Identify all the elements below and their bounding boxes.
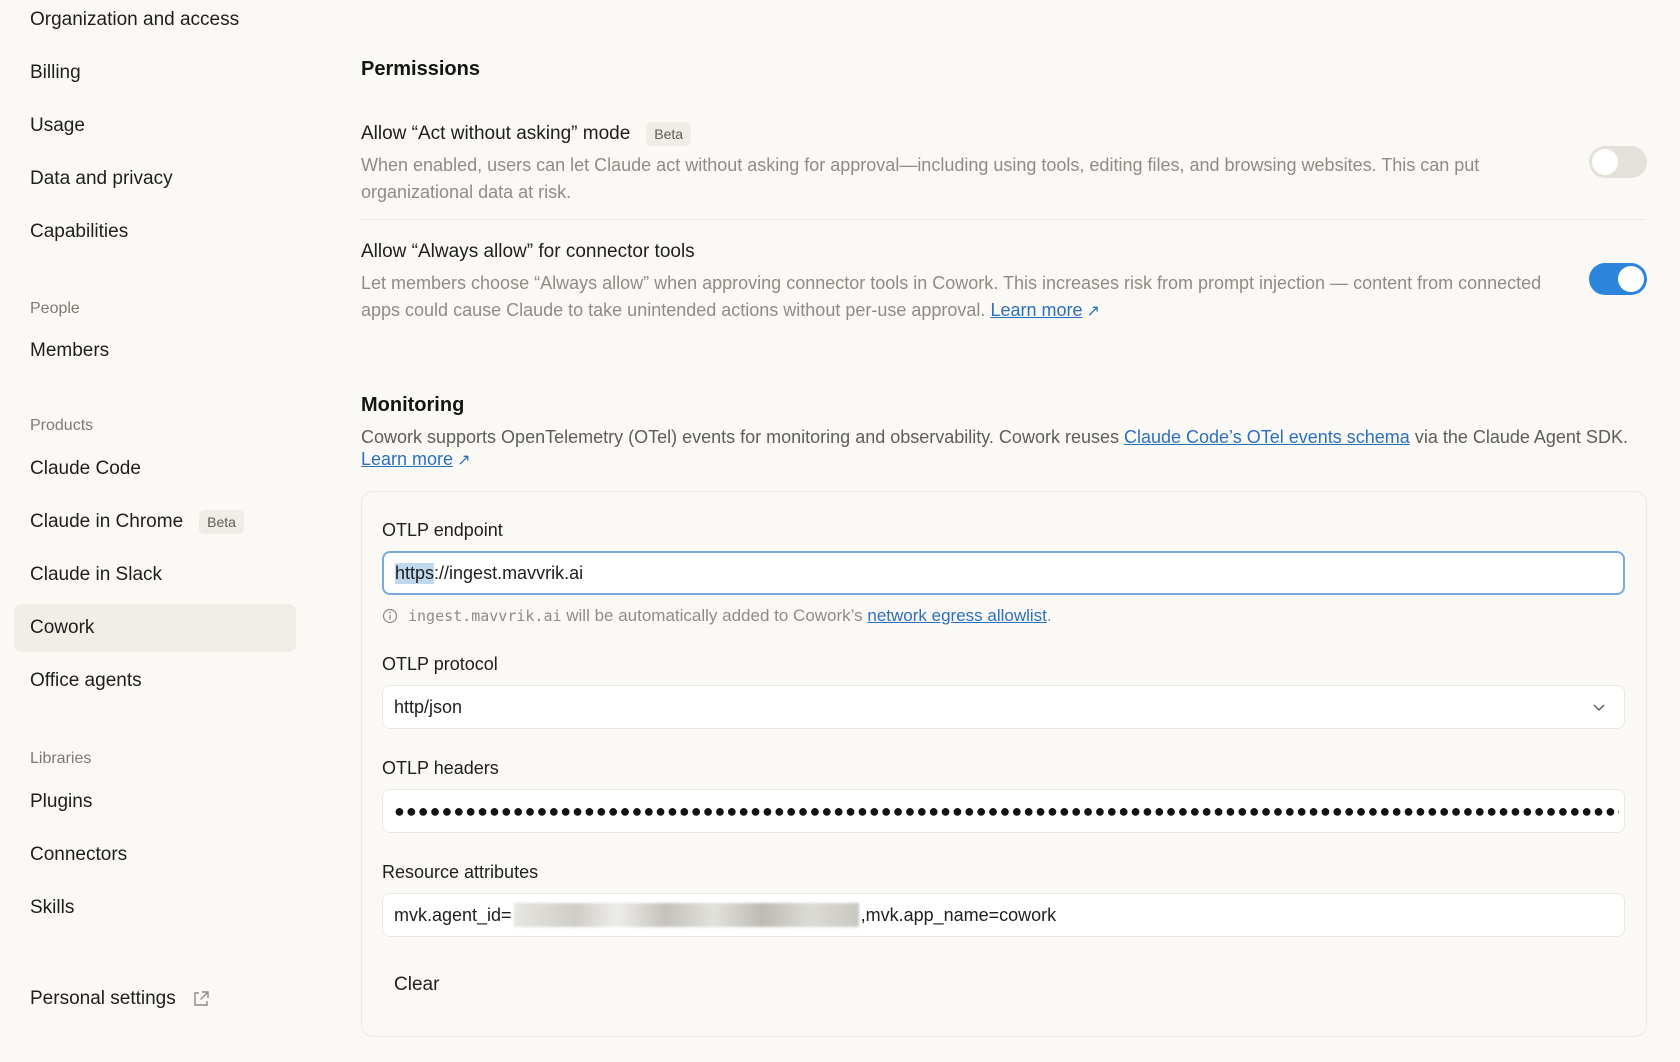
otlp-endpoint-hint: ingest.mavvrik.ai will be automatically … bbox=[382, 606, 1052, 626]
sidebar-item-skills[interactable]: Skills bbox=[14, 884, 296, 932]
sidebar-item-label: Claude in Chrome bbox=[30, 511, 184, 532]
select-value: http/json bbox=[394, 696, 463, 717]
setting-label: Allow “Act without asking” mode bbox=[361, 123, 631, 144]
otlp-headers-label: OTLP headers bbox=[382, 758, 499, 778]
sidebar-item-label: Office agents bbox=[30, 670, 142, 691]
sidebar-item-label: Claude in Slack bbox=[30, 564, 163, 585]
always-allow-description: Let members choose “Always allow” when a… bbox=[361, 270, 1561, 325]
always-allow-title: Allow “Always allow” for connector tools bbox=[361, 241, 695, 263]
sidebar-item-claude-in-slack[interactable]: Claude in Slack bbox=[14, 551, 296, 599]
input-value-suffix: ,mvk.app_name=cowork bbox=[860, 904, 1057, 925]
divider bbox=[361, 219, 1646, 220]
settings-sidebar: Organization and access Billing Usage Da… bbox=[0, 0, 310, 1062]
otlp-protocol-label: OTLP protocol bbox=[382, 654, 498, 674]
sidebar-item-label: Capabilities bbox=[30, 221, 129, 242]
egress-domain: ingest.mavvrik.ai bbox=[408, 607, 562, 625]
hint-text-end: . bbox=[1046, 606, 1052, 625]
app-root: Organization and access Billing Usage Da… bbox=[0, 0, 1680, 1062]
sidebar-item-claude-in-chrome[interactable]: Claude in Chrome Beta bbox=[14, 498, 296, 546]
sidebar-section-products: Products bbox=[30, 417, 94, 434]
sidebar-item-label: Billing bbox=[30, 62, 81, 83]
act-without-asking-toggle[interactable] bbox=[1589, 146, 1647, 178]
act-without-asking-title: Allow “Act without asking” mode Beta bbox=[361, 122, 692, 146]
sidebar-item-plugins[interactable]: Plugins bbox=[14, 778, 296, 826]
monitoring-heading: Monitoring bbox=[361, 394, 465, 416]
sidebar-item-personal-settings[interactable]: Personal settings bbox=[14, 975, 296, 1023]
always-allow-toggle[interactable] bbox=[1589, 263, 1647, 295]
clear-button[interactable]: Clear bbox=[384, 966, 449, 1004]
sidebar-item-data-privacy[interactable]: Data and privacy bbox=[14, 155, 296, 203]
chevron-down-icon bbox=[1593, 704, 1605, 712]
otel-config-card: OTLP endpoint https://ingest.mavvrik.ai … bbox=[361, 491, 1647, 1037]
sidebar-item-label: Cowork bbox=[30, 617, 95, 638]
resource-attributes-label: Resource attributes bbox=[382, 862, 539, 882]
sidebar-item-office-agents[interactable]: Office agents bbox=[14, 657, 296, 705]
sidebar-item-organization[interactable]: Organization and access bbox=[14, 0, 296, 44]
otlp-headers-input[interactable]: ●●●●●●●●●●●●●●●●●●●●●●●●●●●●●●●●●●●●●●●●… bbox=[382, 789, 1625, 833]
sidebar-item-claude-code[interactable]: Claude Code bbox=[14, 445, 296, 493]
description-text: Cowork supports OpenTelemetry (OTel) eve… bbox=[361, 427, 1124, 447]
sidebar-section-people: People bbox=[30, 300, 80, 317]
description-text: via the Claude Agent SDK. bbox=[1409, 427, 1628, 447]
act-without-asking-description: When enabled, users can let Claude act w… bbox=[361, 155, 1480, 202]
monitoring-learn-more-link[interactable]: Learn more bbox=[361, 449, 453, 469]
sidebar-item-cowork[interactable]: Cowork bbox=[14, 604, 296, 652]
hint-text: will be automatically added to Cowork’s bbox=[561, 606, 868, 625]
toggle-knob bbox=[1618, 266, 1644, 292]
beta-badge: Beta bbox=[646, 122, 692, 146]
monitoring-description: Cowork supports OpenTelemetry (OTel) eve… bbox=[361, 426, 1651, 472]
arrow-up-right-icon: ↗ bbox=[457, 452, 471, 469]
sidebar-item-label: Personal settings bbox=[30, 988, 176, 1009]
info-icon bbox=[382, 608, 398, 624]
sidebar-section-libraries: Libraries bbox=[30, 750, 92, 767]
sidebar-item-label: Skills bbox=[30, 897, 75, 918]
masked-value: ●●●●●●●●●●●●●●●●●●●●●●●●●●●●●●●●●●●●●●●●… bbox=[394, 800, 1619, 821]
arrow-up-right-icon: ↗ bbox=[1086, 303, 1100, 320]
sidebar-item-label: Claude Code bbox=[30, 458, 141, 479]
egress-allowlist-link[interactable]: network egress allowlist bbox=[867, 606, 1047, 626]
redacted-value bbox=[513, 903, 859, 927]
sidebar-item-connectors[interactable]: Connectors bbox=[14, 831, 296, 879]
sidebar-item-usage[interactable]: Usage bbox=[14, 102, 296, 150]
sidebar-item-label: Connectors bbox=[30, 844, 128, 865]
sidebar-item-members[interactable]: Members bbox=[14, 327, 296, 375]
otlp-endpoint-label: OTLP endpoint bbox=[382, 520, 503, 540]
always-allow-learn-more-link[interactable]: Learn more bbox=[990, 300, 1082, 320]
sidebar-item-label: Usage bbox=[30, 115, 85, 136]
main-content: Permissions Allow “Act without asking” m… bbox=[361, 0, 1661, 1062]
beta-badge: Beta bbox=[199, 510, 244, 534]
sidebar-item-label: Data and privacy bbox=[30, 168, 173, 189]
description-text: Let members choose “Always allow” when a… bbox=[361, 273, 1542, 320]
sidebar-item-label: Organization and access bbox=[30, 9, 240, 30]
sidebar-item-label: Members bbox=[30, 340, 110, 361]
input-value: ://ingest.mavvrik.ai bbox=[434, 562, 584, 583]
sidebar-item-capabilities[interactable]: Capabilities bbox=[14, 208, 296, 256]
selected-text: https bbox=[395, 562, 435, 584]
input-value-prefix: mvk.agent_id= bbox=[394, 904, 512, 925]
sidebar-item-billing[interactable]: Billing bbox=[14, 49, 296, 97]
otlp-endpoint-input[interactable]: https://ingest.mavvrik.ai bbox=[382, 551, 1625, 595]
toggle-knob bbox=[1592, 149, 1618, 175]
setting-label: Allow “Always allow” for connector tools bbox=[361, 241, 695, 262]
otel-schema-link[interactable]: Claude Code’s OTel events schema bbox=[1124, 427, 1410, 447]
resource-attributes-input[interactable]: mvk.agent_id= ,mvk.app_name=cowork bbox=[382, 893, 1625, 937]
permissions-heading: Permissions bbox=[361, 58, 480, 80]
sidebar-item-label: Plugins bbox=[30, 791, 93, 812]
otlp-protocol-select[interactable]: http/json bbox=[382, 685, 1625, 729]
external-link-icon bbox=[194, 991, 209, 1006]
